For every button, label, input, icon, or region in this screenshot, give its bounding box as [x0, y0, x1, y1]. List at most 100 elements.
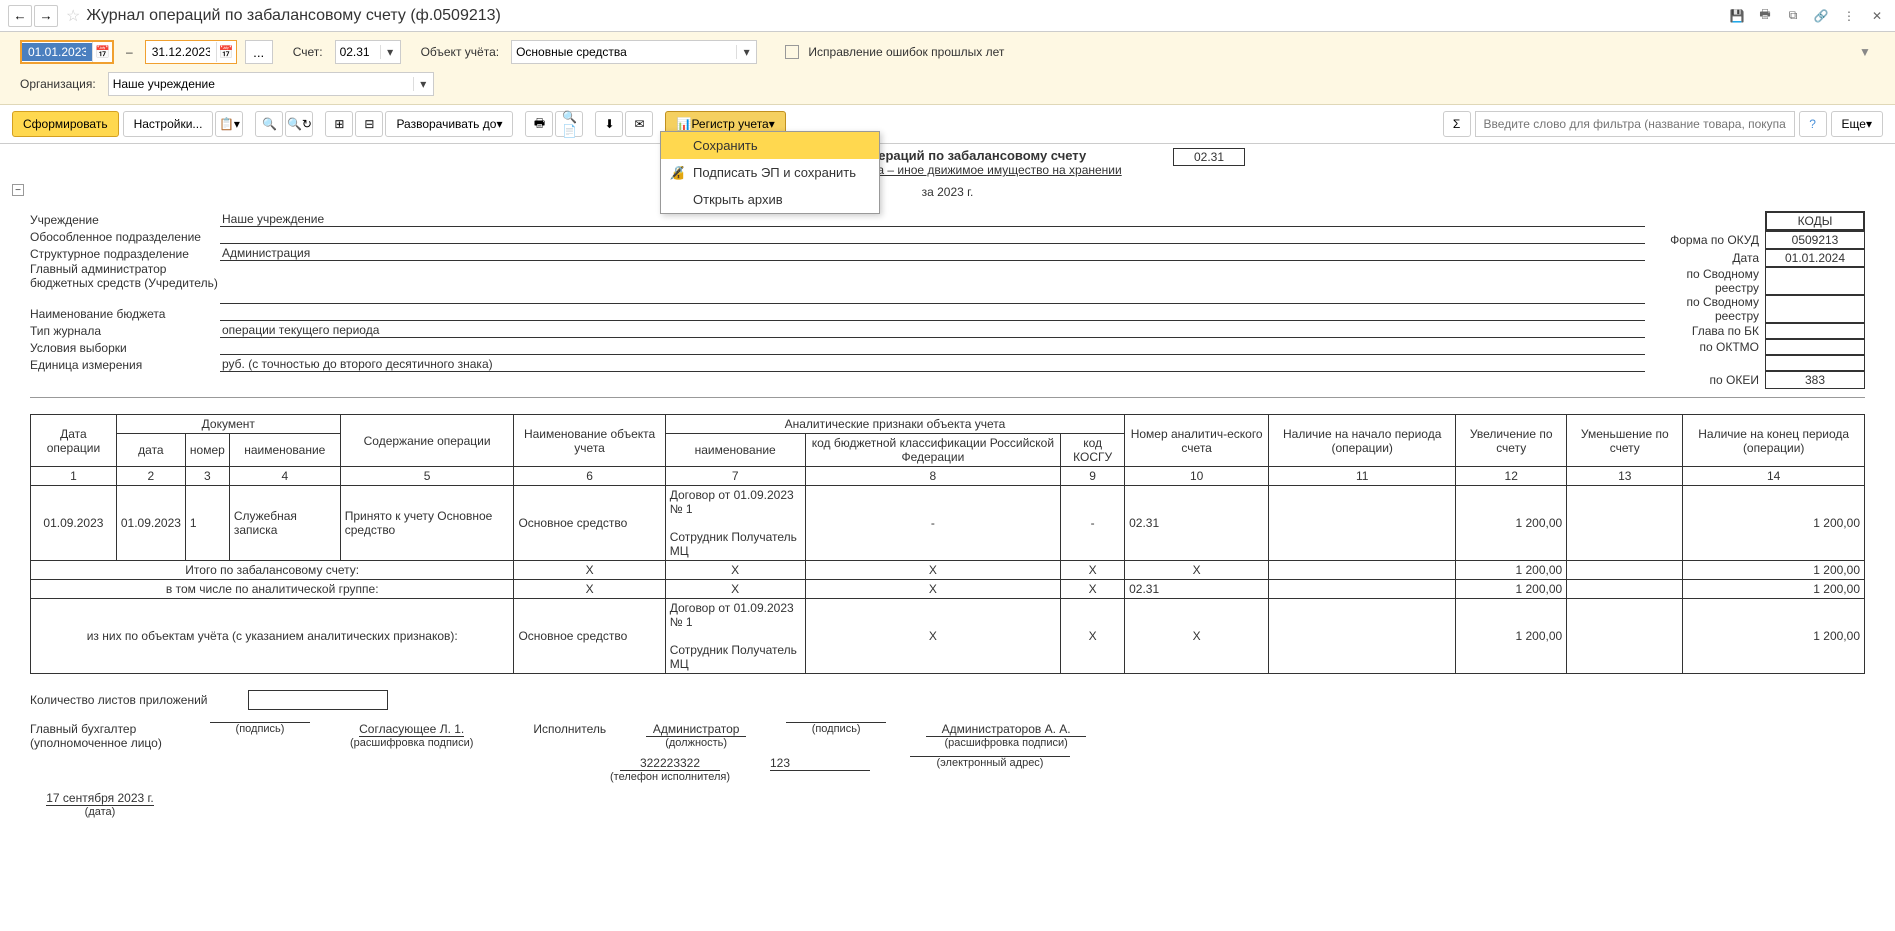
refresh-find-button[interactable]: 🔍↻: [285, 111, 313, 137]
report-area: − Журнал операций по забалансовому счету…: [0, 144, 1895, 838]
budget-label: Наименование бюджета: [30, 307, 220, 321]
find-button[interactable]: 🔍: [255, 111, 283, 137]
errors-checkbox[interactable]: [785, 45, 799, 59]
new-window-icon[interactable]: ⧉: [1783, 6, 1803, 26]
calendar-icon[interactable]: 📅: [216, 42, 236, 62]
toolbar: Сформировать Настройки... 📋▾ 🔍 🔍↻ ⊞ ⊟ Ра…: [0, 105, 1895, 144]
object-label: Объект учёта:: [421, 45, 500, 59]
nav-back-button[interactable]: ←: [8, 5, 32, 27]
okei-label: по ОКЕИ: [1665, 373, 1765, 387]
account-value[interactable]: [340, 45, 380, 59]
settings-button[interactable]: Настройки...: [123, 111, 214, 137]
expand-all-button[interactable]: ⊞: [325, 111, 353, 137]
struct-label: Структурное подразделение: [30, 247, 220, 261]
col-doc-num: номер: [185, 434, 229, 467]
more-button[interactable]: Еще ▾: [1831, 111, 1883, 137]
register-dropdown-menu: Сохранить 🔏 Подписать ЭП и сохранить Отк…: [660, 131, 880, 214]
okei-value: 383: [1765, 371, 1865, 389]
okud-value: 0509213: [1765, 231, 1865, 249]
expand-to-button[interactable]: Разворачивать до ▾: [385, 111, 513, 137]
print-button[interactable]: 🖶: [525, 111, 553, 137]
chevron-down-icon[interactable]: ▾: [736, 45, 752, 59]
save-file-button[interactable]: ⬇: [595, 111, 623, 137]
col-acc-num: Номер аналитич-еского счета: [1125, 415, 1269, 467]
codes-header: КОДЫ: [1765, 211, 1865, 231]
selection-label: Условия выборки: [30, 341, 220, 355]
table-row[interactable]: 01.09.2023 01.09.2023 1 Служебная записк…: [31, 486, 1865, 561]
subdivision-label: Обособленное подразделение: [30, 230, 220, 244]
institution-value: Наше учреждение: [220, 212, 1645, 227]
date-to-input[interactable]: 📅: [145, 40, 237, 64]
date-dots-button[interactable]: ...: [245, 40, 273, 64]
unit-value: руб. (с точностью до второго десятичного…: [220, 357, 1645, 372]
oktmo-value: [1765, 339, 1865, 355]
form-button[interactable]: Сформировать: [12, 111, 119, 137]
svod1-label: по Сводному реестру: [1665, 267, 1765, 295]
admin-label: Главный администратор бюджетных средств …: [30, 262, 220, 304]
account-select[interactable]: ▾: [335, 40, 401, 64]
executor-label: Исполнитель: [533, 722, 606, 736]
account-display: 02.31: [1173, 148, 1245, 166]
struct-value: Администрация: [220, 246, 1645, 261]
glava-label: Глава по БК: [1665, 324, 1765, 338]
date-from-field[interactable]: [22, 43, 92, 61]
report-subtitle: Основные средства – иное движимое имущес…: [30, 163, 1865, 177]
signature-icon: 🔏: [669, 165, 685, 181]
favorite-star-icon[interactable]: ☆: [66, 6, 80, 26]
col-start: Наличие на начало периода (операции): [1269, 415, 1456, 467]
collapse-toggle[interactable]: −: [12, 184, 24, 196]
col-kosgu: код КОСГУ: [1061, 434, 1125, 467]
preview-button[interactable]: 🔍📄: [555, 111, 583, 137]
col-doc-date: дата: [116, 434, 185, 467]
codes-date-label: Дата: [1665, 251, 1765, 265]
attachments-label: Количество листов приложений: [30, 693, 208, 707]
col-increase: Увеличение по счету: [1456, 415, 1567, 467]
codes-date-value: 01.01.2024: [1765, 249, 1865, 267]
titlebar: ← → ☆ Журнал операций по забалансовому с…: [0, 0, 1895, 32]
admin-name: Администраторов А. А.: [926, 722, 1086, 737]
subdivision-value: [220, 229, 1645, 244]
group-row: в том числе по аналитической группе: Х Х…: [31, 580, 1865, 599]
chevron-down-icon[interactable]: ▾: [413, 77, 429, 91]
org-select[interactable]: ▾: [108, 72, 434, 96]
operations-table: Дата операции Документ Содержание операц…: [30, 414, 1865, 674]
date-to-field[interactable]: [146, 43, 216, 61]
help-button[interactable]: ?: [1799, 111, 1827, 137]
save-icon[interactable]: 💾: [1727, 6, 1747, 26]
svod1-value: [1765, 267, 1865, 295]
filter-bar: 📅 – 📅 ... Счет: ▾ Объект учёта: ▾ Исправ…: [0, 32, 1895, 105]
email-button[interactable]: ✉: [625, 111, 653, 137]
dropdown-save[interactable]: Сохранить: [661, 132, 879, 159]
date-from-input[interactable]: 📅: [20, 40, 114, 64]
col-end: Наличие на конец периода (операции): [1683, 415, 1865, 467]
close-icon[interactable]: ✕: [1867, 6, 1887, 26]
executor-name: Администратор: [646, 722, 746, 737]
filter-text-input[interactable]: [1475, 111, 1795, 137]
institution-label: Учреждение: [30, 213, 220, 227]
object-value[interactable]: [516, 45, 736, 59]
filter-funnel-icon[interactable]: ▼: [1855, 42, 1875, 62]
more-vert-icon[interactable]: ⋮: [1839, 6, 1859, 26]
dropdown-sign[interactable]: 🔏 Подписать ЭП и сохранить: [661, 159, 879, 186]
period-text: за 2023 г.: [30, 185, 1865, 199]
nav-forward-button[interactable]: →: [34, 5, 58, 27]
col-obj-name: Наименование объекта учета: [514, 415, 665, 467]
print-icon[interactable]: 🖶: [1755, 6, 1775, 26]
chevron-down-icon[interactable]: ▾: [380, 45, 396, 59]
object-select[interactable]: ▾: [511, 40, 757, 64]
admin-value: [220, 289, 1645, 304]
okud-label: Форма по ОКУД: [1665, 233, 1765, 247]
dropdown-archive[interactable]: Открыть архив: [661, 186, 879, 213]
link-icon[interactable]: 🔗: [1811, 6, 1831, 26]
accountant-label: Главный бухгалтер (уполномоченное лицо): [30, 722, 170, 750]
date-dash: –: [126, 45, 133, 59]
totals-row: Итого по забалансовому счету: Х Х Х Х Х …: [31, 561, 1865, 580]
account-label: Счет:: [293, 45, 323, 59]
org-value[interactable]: [113, 77, 413, 91]
settings-dropdown-button[interactable]: 📋▾: [215, 111, 243, 137]
collapse-all-button[interactable]: ⊟: [355, 111, 383, 137]
code-123: 123: [770, 756, 870, 771]
col-decrease: Уменьшение по счету: [1567, 415, 1683, 467]
calendar-icon[interactable]: 📅: [92, 42, 112, 62]
sum-button[interactable]: Σ: [1443, 111, 1471, 137]
